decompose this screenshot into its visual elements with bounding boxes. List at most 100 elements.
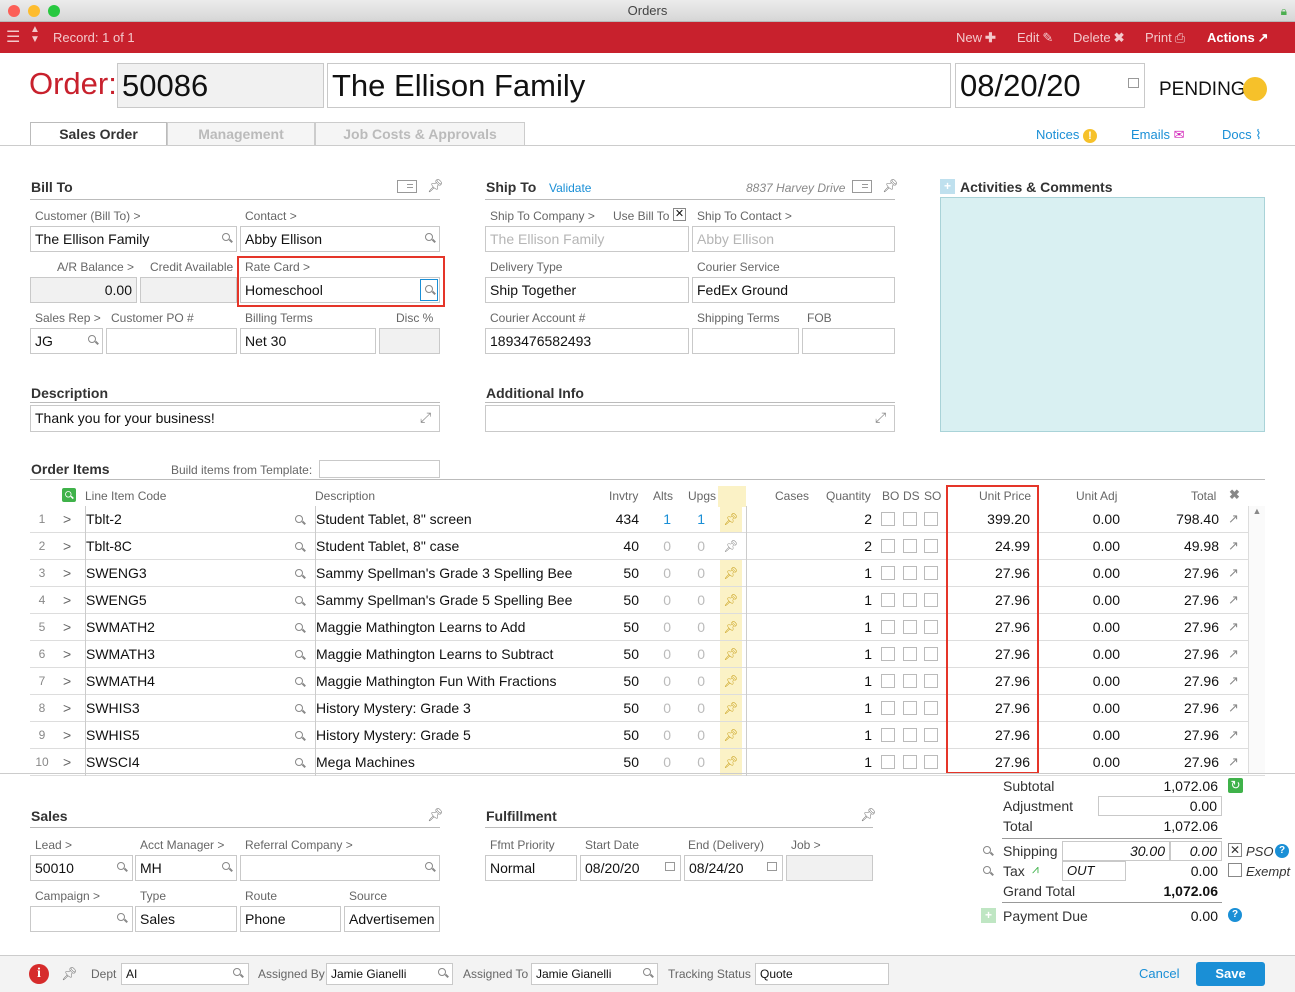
pin-icon[interactable]: 📌︎ (720, 722, 742, 748)
actions-button[interactable]: Actions ↗ (1207, 30, 1269, 46)
table-row[interactable]: >2 Tblt-8C Student Tablet, 8" case 40 0 0 2 24… (30, 533, 1265, 560)
pin-icon[interactable]: 📌︎ (720, 668, 742, 694)
cell-desc[interactable]: Maggie Mathington Fun With Fractions (315, 668, 607, 695)
search-icon[interactable] (295, 596, 306, 607)
adjustment-field[interactable]: 0.00 (1098, 796, 1222, 816)
search-icon[interactable] (295, 542, 306, 553)
job-label[interactable]: Job > (791, 838, 821, 852)
cell-cases[interactable] (746, 614, 812, 641)
pin-icon[interactable]: 📌︎ (61, 966, 78, 982)
close-window-icon[interactable] (8, 5, 20, 17)
cell-cases[interactable] (746, 641, 812, 668)
hamburger-menu-icon[interactable]: ☰ (6, 27, 20, 47)
additional-info-field[interactable] (485, 405, 895, 432)
search-icon[interactable] (295, 650, 306, 661)
cell-upgs[interactable]: 1 (671, 506, 705, 533)
bo-checkbox[interactable] (881, 755, 895, 769)
cell-cases[interactable] (746, 749, 812, 776)
record-stepper-icon[interactable]: ▲ ▼ (30, 25, 40, 45)
search-icon[interactable] (117, 913, 128, 924)
cell-code[interactable]: Tblt-2 (85, 506, 315, 533)
open-item-icon[interactable]: ↗ (1228, 614, 1242, 641)
tab-management[interactable]: Management (167, 122, 315, 146)
cell-code[interactable]: SWENG3 (85, 560, 315, 587)
bo-checkbox[interactable] (881, 647, 895, 661)
tab-job-costs[interactable]: Job Costs & Approvals (315, 122, 525, 146)
source-field[interactable]: Advertisemen (344, 906, 440, 932)
items-scrollbar[interactable]: ▲ (1248, 506, 1265, 773)
bo-checkbox[interactable] (881, 701, 895, 715)
cell-qty[interactable]: 1 (812, 587, 872, 614)
bo-checkbox[interactable] (881, 593, 895, 607)
expand-row-icon[interactable]: > (63, 749, 75, 776)
pin-icon[interactable]: 📌︎ (720, 614, 742, 640)
ds-checkbox[interactable] (903, 701, 917, 715)
cell-upgs[interactable]: 0 (671, 749, 705, 776)
table-row[interactable]: >6 SWMATH3 Maggie Mathington Learns to Sub… (30, 641, 1265, 668)
so-checkbox[interactable] (924, 620, 938, 634)
save-button[interactable]: Save (1196, 962, 1265, 986)
cell-code[interactable]: SWMATH2 (85, 614, 315, 641)
expand-row-icon[interactable]: > (63, 614, 75, 641)
customer-po-field[interactable] (106, 328, 237, 354)
cell-adj[interactable]: 0.00 (1040, 533, 1120, 560)
cell-qty[interactable]: 1 (812, 695, 872, 722)
cell-upgs[interactable]: 0 (671, 668, 705, 695)
delivery-type-field[interactable]: Ship Together (485, 277, 689, 303)
description-field[interactable]: Thank you for your business! (30, 405, 440, 432)
exempt-checkbox[interactable] (1228, 863, 1242, 877)
expand-row-icon[interactable]: > (63, 533, 75, 560)
table-row[interactable]: >4 SWENG5 Sammy Spellman's Grade 5 Spellin… (30, 587, 1265, 614)
cell-alts[interactable]: 1 (641, 506, 671, 533)
cell-upgs[interactable]: 0 (671, 587, 705, 614)
cell-total[interactable]: 27.96 (1125, 587, 1219, 614)
search-icon[interactable] (295, 569, 306, 580)
cell-adj[interactable]: 0.00 (1040, 506, 1120, 533)
search-icon[interactable] (295, 677, 306, 688)
pin-icon[interactable]: 📌︎ (720, 587, 742, 613)
clear-items-icon[interactable]: ✖ (1229, 487, 1240, 503)
refresh-icon[interactable]: ↻ (1228, 778, 1243, 793)
cell-adj[interactable]: 0.00 (1040, 587, 1120, 614)
route-field[interactable]: Phone (240, 906, 341, 932)
assigned-to-field[interactable]: Jamie Gianelli (531, 963, 658, 985)
tracking-status-field[interactable]: Quote (755, 963, 889, 985)
open-item-icon[interactable]: ↗ (1228, 560, 1242, 587)
pin-icon[interactable]: 📌︎ (720, 749, 742, 775)
calendar-icon[interactable] (665, 862, 675, 871)
pin-icon[interactable]: 📌︎ (720, 695, 742, 721)
ds-checkbox[interactable] (903, 755, 917, 769)
search-icon[interactable] (425, 862, 436, 873)
search-icon[interactable] (983, 866, 994, 877)
cell-inv[interactable]: 50 (607, 641, 639, 668)
tax-code-field[interactable]: OUT (1062, 861, 1126, 881)
add-payment-icon[interactable]: + (981, 908, 996, 923)
card-view-icon[interactable] (397, 180, 417, 193)
cell-total[interactable]: 49.98 (1125, 533, 1219, 560)
cell-upgs[interactable]: 0 (671, 695, 705, 722)
expand-row-icon[interactable]: > (63, 722, 75, 749)
expand-icon[interactable]: ⤢ (420, 409, 431, 426)
ds-checkbox[interactable] (903, 647, 917, 661)
item-search-icon[interactable] (62, 488, 76, 502)
bo-checkbox[interactable] (881, 512, 895, 526)
bo-checkbox[interactable] (881, 620, 895, 634)
cell-adj[interactable]: 0.00 (1040, 668, 1120, 695)
campaign-label[interactable]: Campaign > (35, 889, 100, 903)
ar-balance-label[interactable]: A/R Balance > (57, 260, 134, 274)
open-item-icon[interactable]: ↗ (1228, 587, 1242, 614)
table-row[interactable]: >9 SWHIS5 History Mystery: Grade 5 50 0 0 1 27.… (30, 722, 1265, 749)
bo-checkbox[interactable] (881, 674, 895, 688)
priority-field[interactable]: Normal (485, 855, 577, 881)
ds-checkbox[interactable] (903, 620, 917, 634)
order-date-field[interactable]: 08/20/20 (955, 63, 1145, 108)
cell-inv[interactable]: 50 (607, 614, 639, 641)
edit-button[interactable]: Edit ✎ (1017, 30, 1053, 46)
shipping-terms-field[interactable] (692, 328, 799, 354)
expand-row-icon[interactable]: > (63, 560, 75, 587)
cell-alts[interactable]: 0 (641, 722, 671, 749)
cell-cases[interactable] (746, 533, 812, 560)
expand-row-icon[interactable]: > (63, 668, 75, 695)
cell-inv[interactable]: 50 (607, 749, 639, 776)
cell-cases[interactable] (746, 560, 812, 587)
